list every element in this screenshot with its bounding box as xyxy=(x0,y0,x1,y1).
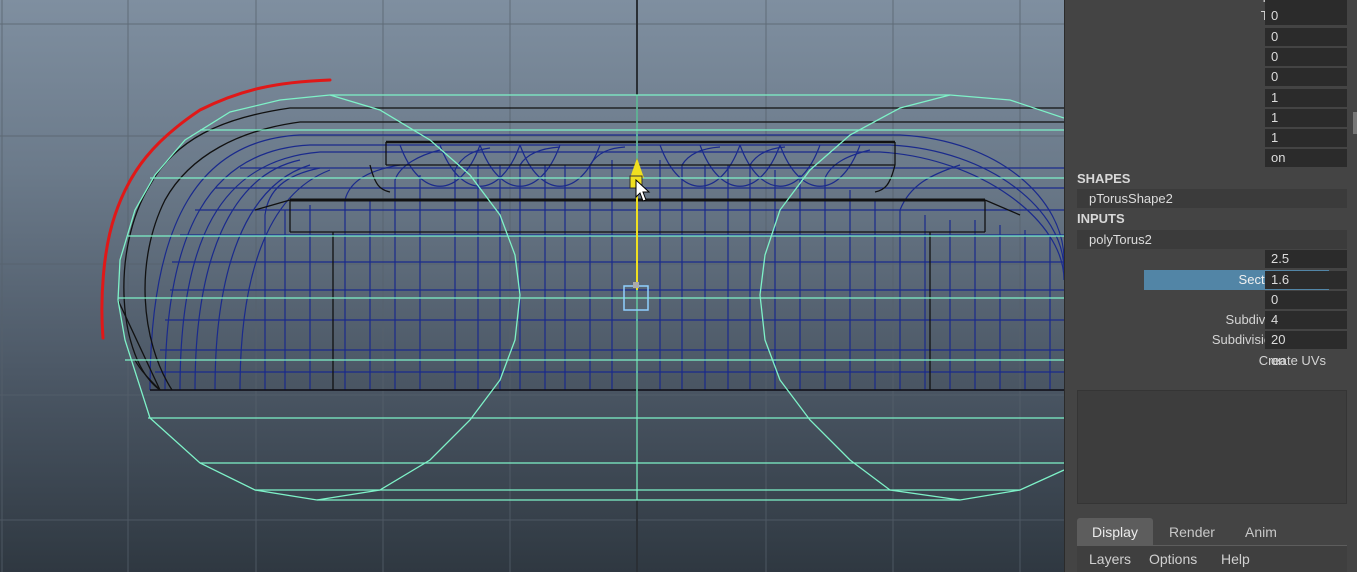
tab-display[interactable]: Display xyxy=(1077,518,1153,546)
channel-box: Translate Y Translate Z 0 Rotate X 0 Rot… xyxy=(1064,0,1357,572)
attr-row-create-uvs[interactable]: Create UVs on xyxy=(1065,351,1350,371)
attr-row[interactable]: Visibility on xyxy=(1065,148,1350,168)
blue-wireframe xyxy=(149,134,1064,391)
attr-row[interactable]: Scale Y 1 xyxy=(1065,108,1350,128)
viewport-grid xyxy=(0,0,1064,572)
layer-list[interactable] xyxy=(1077,390,1347,504)
attr-row[interactable]: Rotate X 0 xyxy=(1065,27,1350,47)
attr-row-twist[interactable]: Twist 0 xyxy=(1065,290,1350,310)
attr-row[interactable]: Translate Z 0 xyxy=(1065,6,1350,26)
attr-value[interactable]: 0 xyxy=(1265,48,1347,66)
attr-value[interactable]: 20 xyxy=(1265,331,1347,349)
attr-row[interactable]: Rotate Y 0 xyxy=(1065,47,1350,67)
attr-value[interactable]: 4 xyxy=(1265,311,1347,329)
attr-value[interactable]: 0 xyxy=(1265,28,1347,46)
attr-value[interactable]: 0 xyxy=(1265,291,1347,309)
layer-editor-menubar: Layers Options Help xyxy=(1077,546,1347,572)
attr-row-radius[interactable]: Radius 2.5 xyxy=(1065,249,1350,269)
attr-value[interactable]: on xyxy=(1265,352,1347,370)
tab-anim[interactable]: Anim xyxy=(1233,518,1289,546)
inputs-section-header: INPUTS xyxy=(1077,211,1125,226)
tab-render[interactable]: Render xyxy=(1157,518,1227,546)
shape-node-name[interactable]: pTorusShape2 xyxy=(1077,189,1347,208)
attr-value[interactable]: 0 xyxy=(1265,7,1347,25)
shapes-section-header: SHAPES xyxy=(1077,171,1131,186)
layer-editor-tabs: Display Render Anim xyxy=(1077,518,1347,546)
attr-row[interactable]: Rotate Z 0 xyxy=(1065,67,1350,87)
viewport-canvas[interactable] xyxy=(0,0,1064,572)
attr-value[interactable]: on xyxy=(1265,149,1347,167)
attr-value[interactable]: 0 xyxy=(1265,68,1347,86)
menu-help[interactable]: Help xyxy=(1221,546,1250,572)
attr-value[interactable]: 1 xyxy=(1265,89,1347,107)
attr-row-subdivisions-axis[interactable]: Subdivisions Axis 4 xyxy=(1065,310,1350,330)
attr-value[interactable]: 1 xyxy=(1265,109,1347,127)
menu-options[interactable]: Options xyxy=(1149,546,1197,572)
attr-row-subdivisions-height[interactable]: Subdivisions Height 20 xyxy=(1065,330,1350,350)
scrollbar[interactable] xyxy=(1353,112,1357,134)
attr-row-section-radius[interactable]: Section Radius 1.6 xyxy=(1065,270,1350,290)
attr-row[interactable]: Scale Z 1 xyxy=(1065,128,1350,148)
menu-layers[interactable]: Layers xyxy=(1089,546,1131,572)
input-node-name[interactable]: polyTorus2 xyxy=(1077,230,1347,249)
attr-row[interactable]: Scale X 1 xyxy=(1065,88,1350,108)
3d-viewport[interactable] xyxy=(0,0,1064,572)
attr-value[interactable]: 1.6 xyxy=(1265,271,1347,289)
attr-value[interactable]: 1 xyxy=(1265,129,1347,147)
attr-value[interactable]: 2.5 xyxy=(1265,250,1347,268)
